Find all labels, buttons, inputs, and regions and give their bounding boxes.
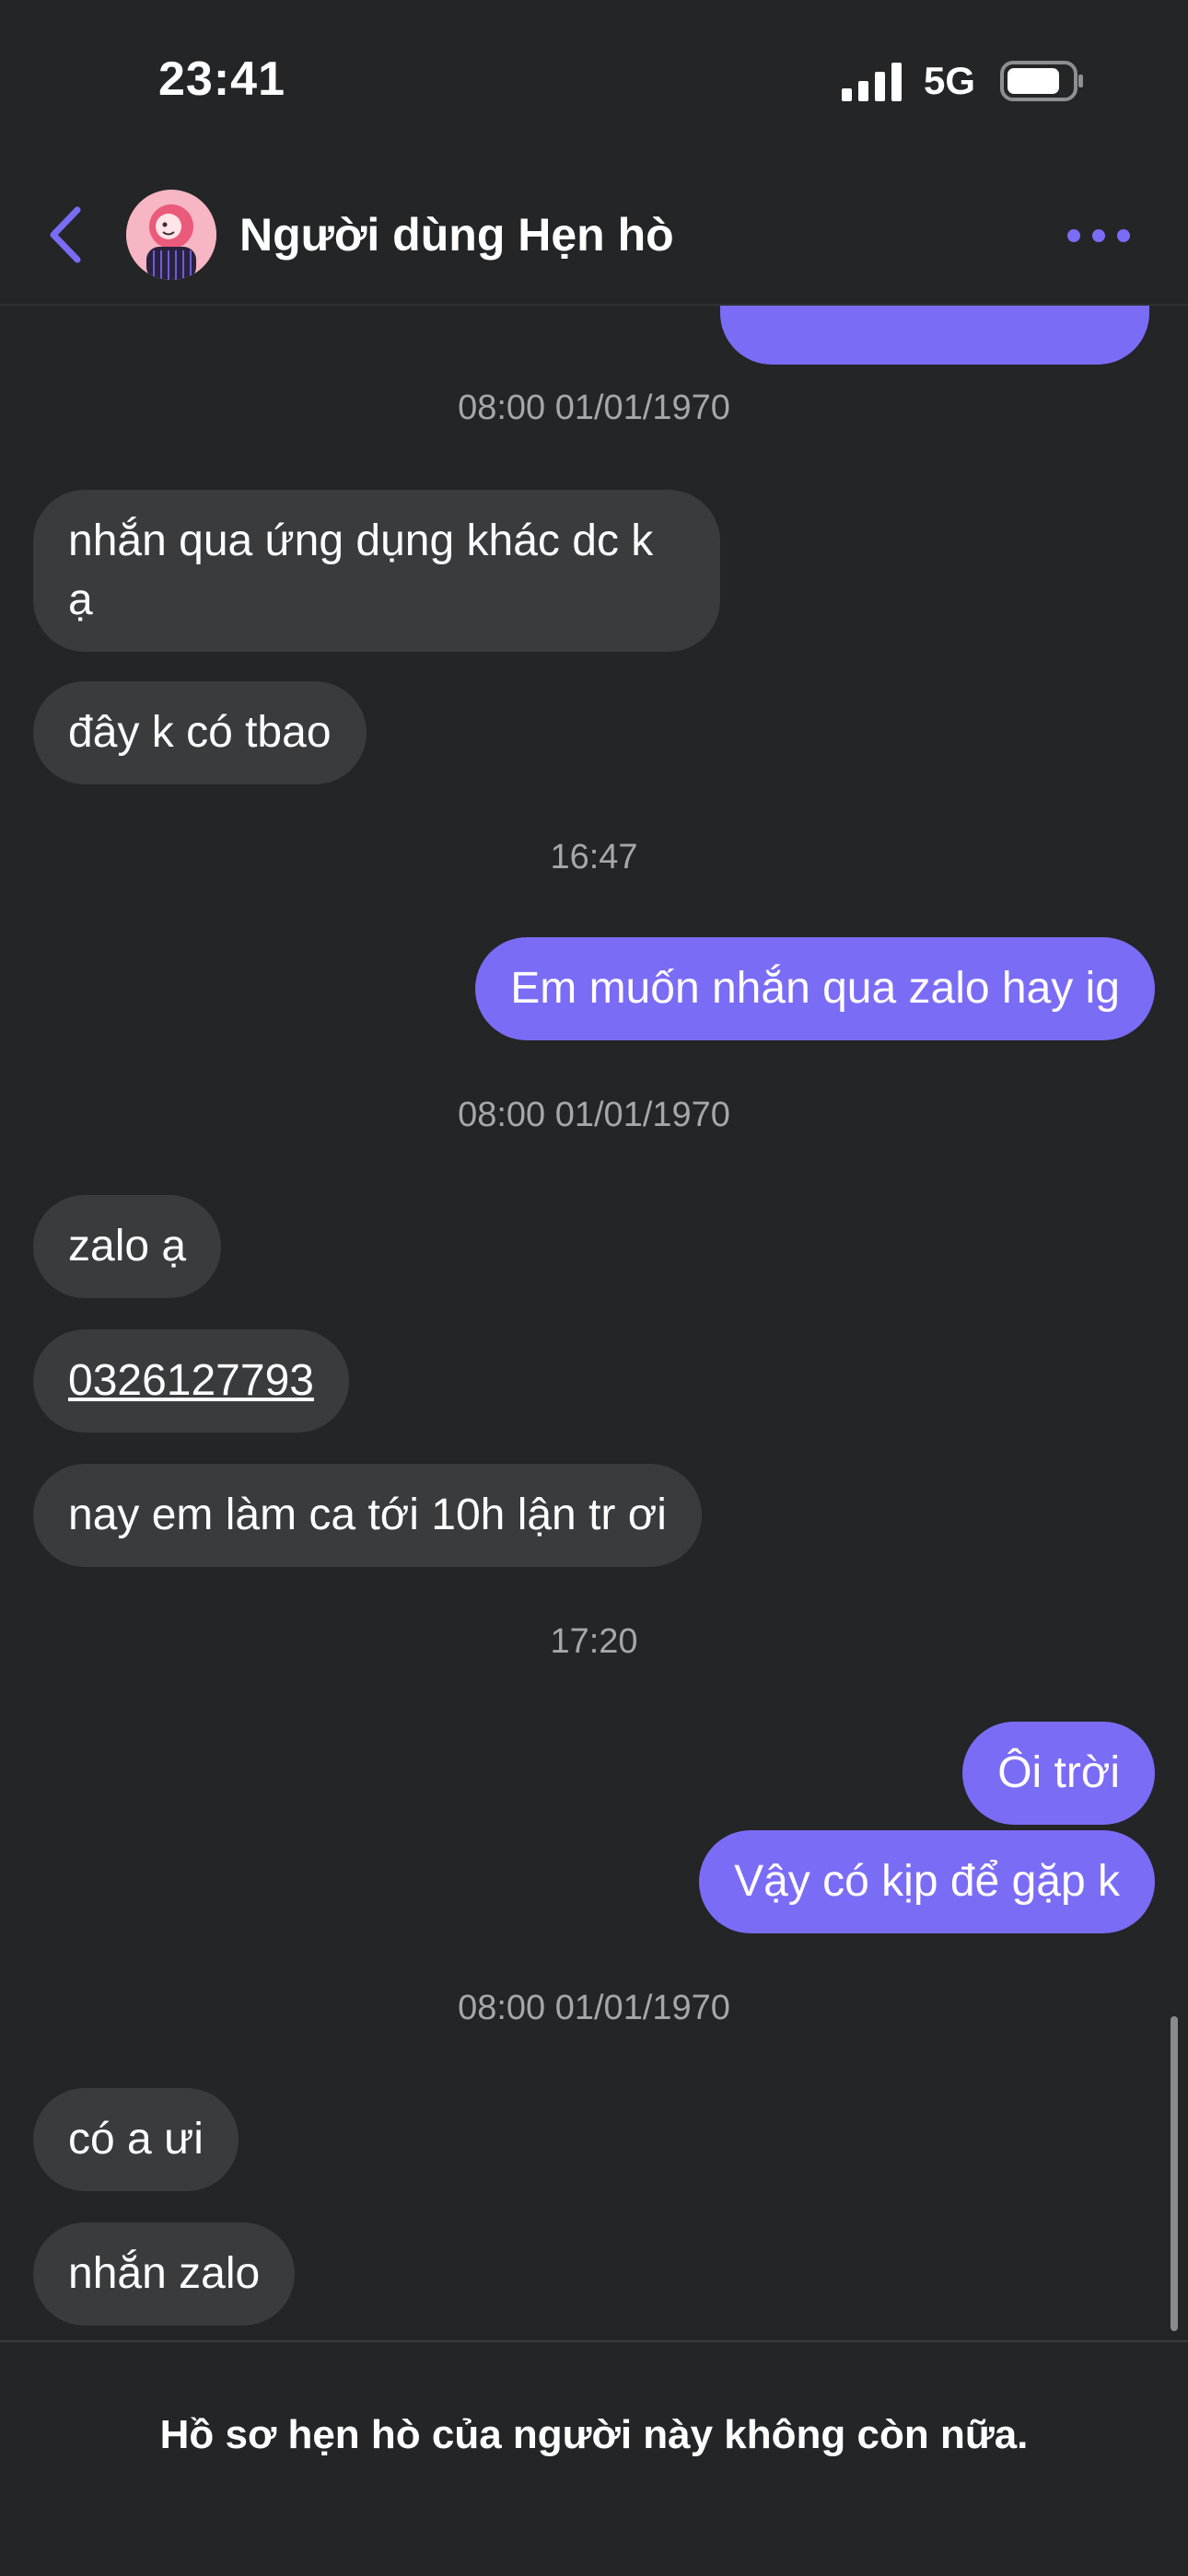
network-label: 5G bbox=[924, 59, 976, 102]
message-timestamp: 16:47 bbox=[550, 838, 638, 876]
message-text: Ôi trời bbox=[997, 1748, 1120, 1797]
notice-text: Hồ sơ hẹn hò của người này không còn nữa… bbox=[159, 2412, 1029, 2457]
more-horizontal-icon[interactable] bbox=[1065, 215, 1133, 256]
contact-name[interactable]: Người dùng Hẹn hò bbox=[239, 208, 674, 261]
status-time: 23:41 bbox=[158, 52, 285, 106]
incoming-message[interactable]: 0326127793 bbox=[33, 1329, 349, 1433]
avatar-illustration-icon bbox=[126, 190, 216, 280]
scrollbar[interactable] bbox=[1171, 2016, 1178, 2331]
message-text: có a ưi bbox=[68, 2115, 204, 2164]
incoming-message[interactable]: nhắn zalo bbox=[33, 2222, 296, 2326]
message-timestamp: 08:00 01/01/1970 bbox=[458, 1989, 730, 2027]
avatar[interactable] bbox=[126, 190, 216, 280]
message-text: nay em làm ca tới 10h lận tr ơi bbox=[68, 1491, 667, 1539]
message-text: nhắn zalo bbox=[68, 2249, 261, 2298]
battery-icon bbox=[1000, 61, 1083, 101]
incoming-message[interactable]: đây k có tbao bbox=[33, 681, 367, 784]
message-text: zalo ạ bbox=[68, 1222, 187, 1271]
incoming-message[interactable]: nhắn qua ứng dụng khác dc k ạ bbox=[33, 490, 720, 652]
incoming-message[interactable]: nay em làm ca tới 10h lận tr ơi bbox=[33, 1464, 702, 1567]
message-text: Em muốn nhắn qua zalo hay ig bbox=[510, 964, 1120, 1013]
message-timestamp: 08:00 01/01/1970 bbox=[458, 389, 730, 427]
outgoing-message[interactable]: Em muốn nhắn qua zalo hay ig bbox=[475, 937, 1155, 1040]
incoming-message[interactable]: có a ưi bbox=[33, 2088, 239, 2191]
outgoing-message[interactable]: Vậy có kịp để gặp k bbox=[699, 1830, 1155, 1933]
profile-unavailable-notice: Hồ sơ hẹn hò của người này không còn nữa… bbox=[0, 2340, 1188, 2576]
status-bar: 23:41 5G bbox=[0, 0, 1188, 166]
message-timestamp: 17:20 bbox=[550, 1622, 638, 1661]
chevron-left-icon[interactable] bbox=[41, 203, 96, 267]
message-text: nhắn qua ứng dụng khác dc k ạ bbox=[68, 516, 654, 624]
signal-bars-icon bbox=[842, 63, 902, 101]
message-timestamp: 08:00 01/01/1970 bbox=[458, 1096, 730, 1134]
message-list[interactable]: 08:00 01/01/1970 nhắn qua ứng dụng khác … bbox=[0, 306, 1188, 2340]
incoming-message[interactable]: zalo ạ bbox=[33, 1195, 222, 1298]
message-text: đây k có tbao bbox=[68, 708, 332, 757]
outgoing-message[interactable]: Ôi trời bbox=[962, 1722, 1155, 1825]
message-text: Vậy có kịp để gặp k bbox=[734, 1857, 1120, 1906]
outgoing-message-partial[interactable] bbox=[720, 306, 1149, 365]
phone-number-link[interactable]: 0326127793 bbox=[68, 1356, 314, 1405]
chat-header: Người dùng Hẹn hò bbox=[0, 166, 1188, 306]
